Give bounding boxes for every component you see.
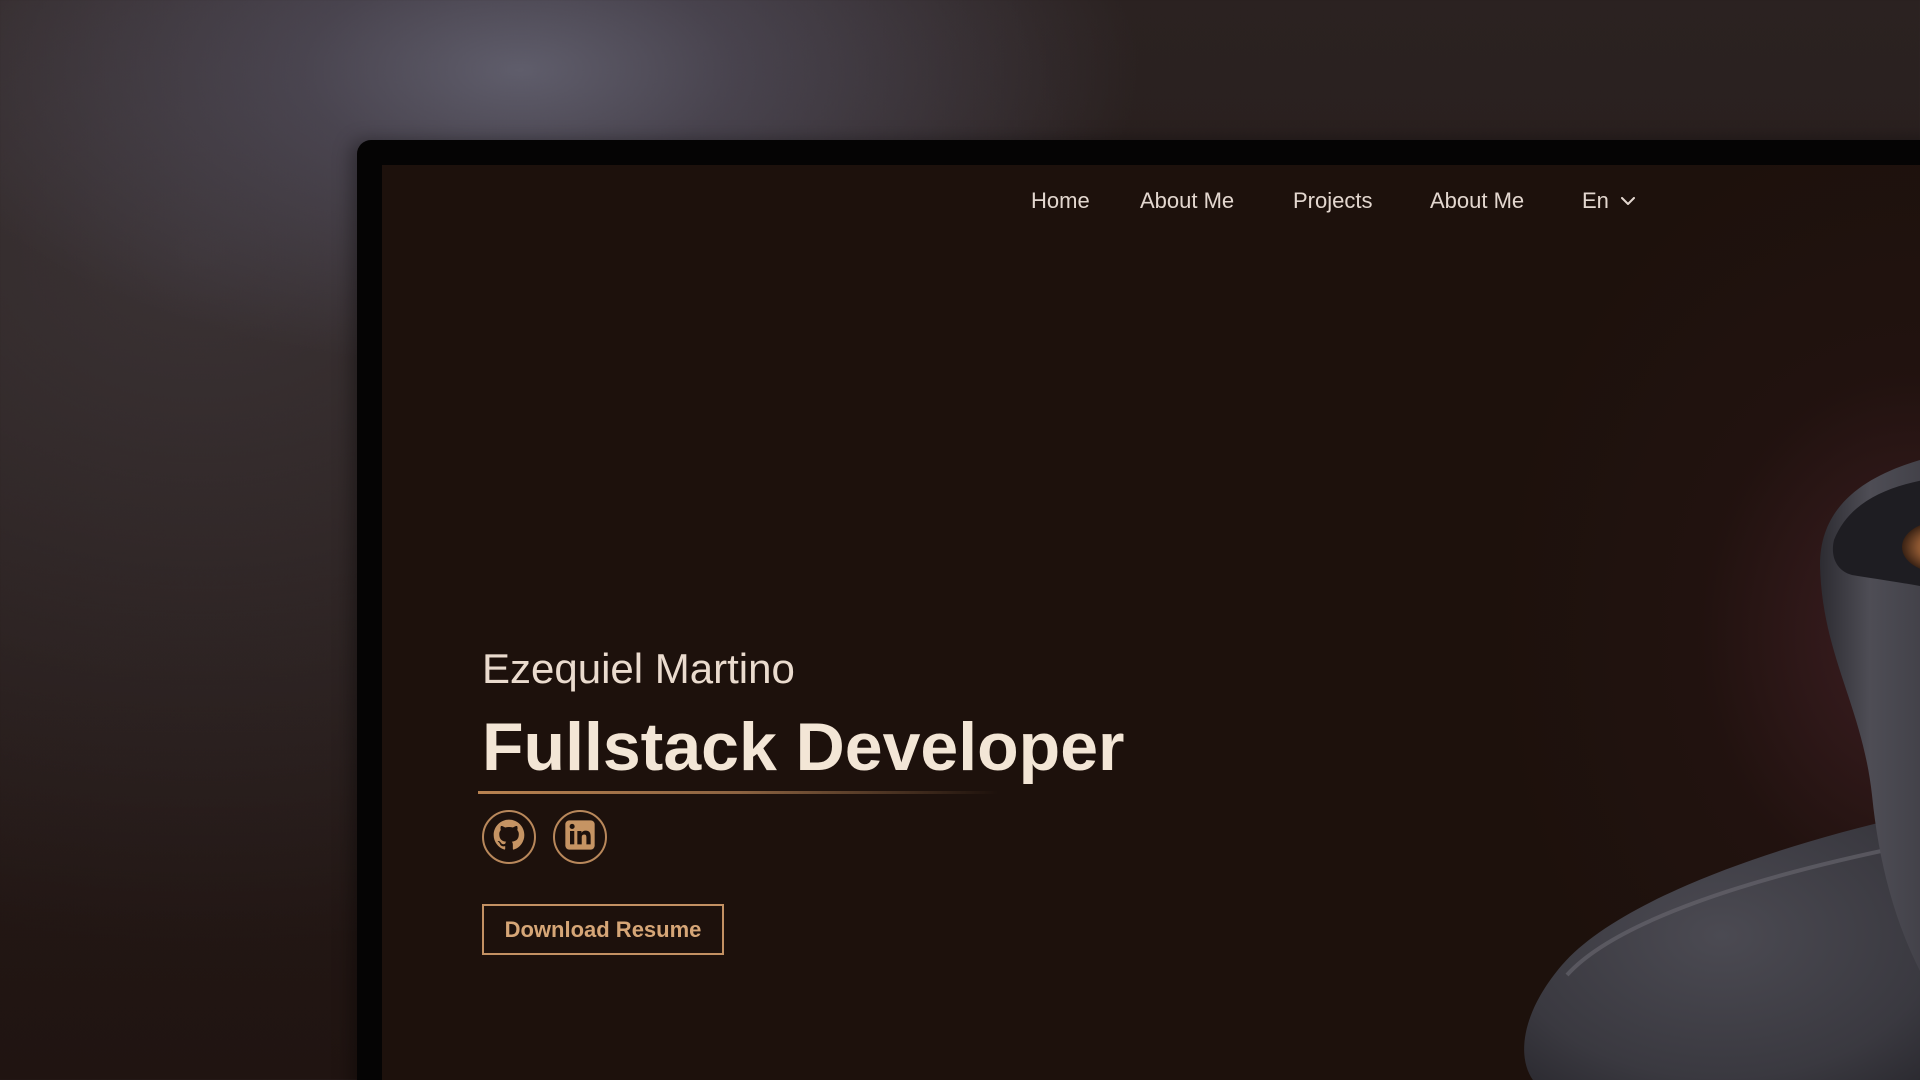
developer-name: Ezequiel Martino — [482, 645, 795, 692]
nav-home-link[interactable]: Home — [1031, 189, 1090, 213]
top-navigation: Home About Me Projects About Me En — [382, 165, 1920, 245]
linkedin-icon — [564, 819, 596, 856]
download-resume-button[interactable]: Download Resume — [482, 904, 724, 955]
nav-projects-link[interactable]: Projects — [1293, 189, 1372, 213]
language-label: En — [1582, 188, 1609, 213]
website-screen: Home About Me Projects About Me En Ezequ… — [382, 165, 1920, 1080]
coffee-cup-image — [1382, 335, 1920, 1080]
nav-about-me-link[interactable]: About Me — [1140, 189, 1234, 213]
github-button[interactable] — [482, 810, 536, 864]
developer-role-title: Fullstack Developer — [482, 709, 1125, 785]
language-selector[interactable]: En — [1582, 189, 1635, 213]
nav-about-me-link-2[interactable]: About Me — [1430, 189, 1524, 213]
title-underline — [478, 791, 998, 794]
github-icon — [493, 819, 525, 856]
social-links — [482, 810, 1124, 864]
monitor-frame: Home About Me Projects About Me En Ezequ… — [357, 140, 1920, 1080]
linkedin-button[interactable] — [553, 810, 607, 864]
chevron-down-icon — [1620, 196, 1635, 206]
hero-section: Ezequiel Martino Fullstack Developer Dow… — [478, 645, 1125, 955]
